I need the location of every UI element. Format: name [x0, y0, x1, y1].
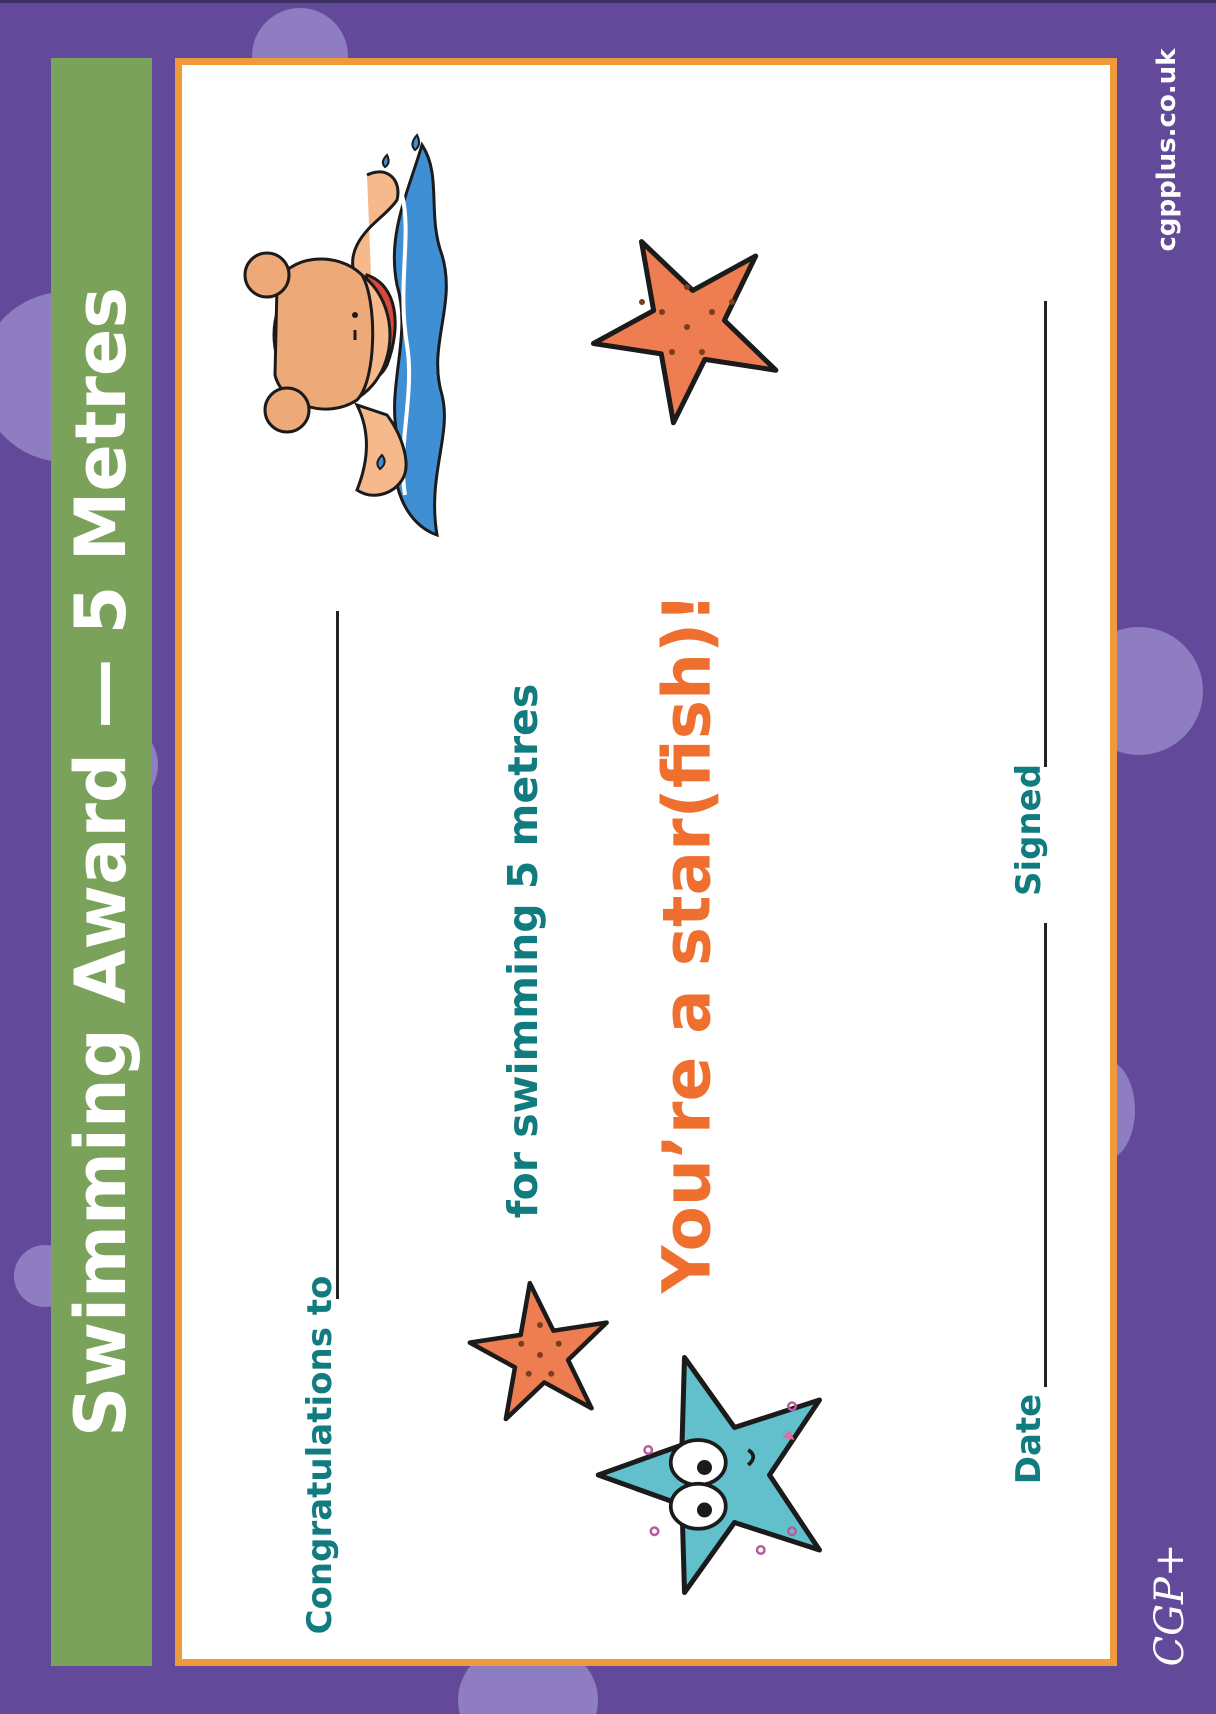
certificate-background: Swimming Award — 5 Metres Congratulation…	[0, 0, 1216, 1714]
date-line[interactable]	[1044, 923, 1047, 1387]
signature-line[interactable]	[1044, 301, 1047, 767]
award-title: Swimming Award — 5 Metres	[60, 286, 142, 1438]
headline: You’re a star(fish)!	[648, 592, 726, 1294]
signed-label: Signed	[1009, 763, 1049, 897]
congratulations-label: Congratulations to	[300, 1275, 340, 1635]
certificate-card: Congratulations to for swimming 5 metres…	[175, 58, 1117, 1666]
website-label: cgpplus.co.uk	[1152, 48, 1182, 252]
orange-starfish-icon	[590, 239, 779, 426]
recipient-name-line[interactable]	[336, 611, 339, 1299]
cgp-logo: CGP+	[1147, 1543, 1193, 1667]
achievement-text: for swimming 5 metres	[499, 683, 547, 1219]
blue-starfish-icon	[595, 1355, 822, 1595]
date-label: Date	[1009, 1393, 1049, 1485]
swimmer-illustration	[243, 133, 448, 538]
